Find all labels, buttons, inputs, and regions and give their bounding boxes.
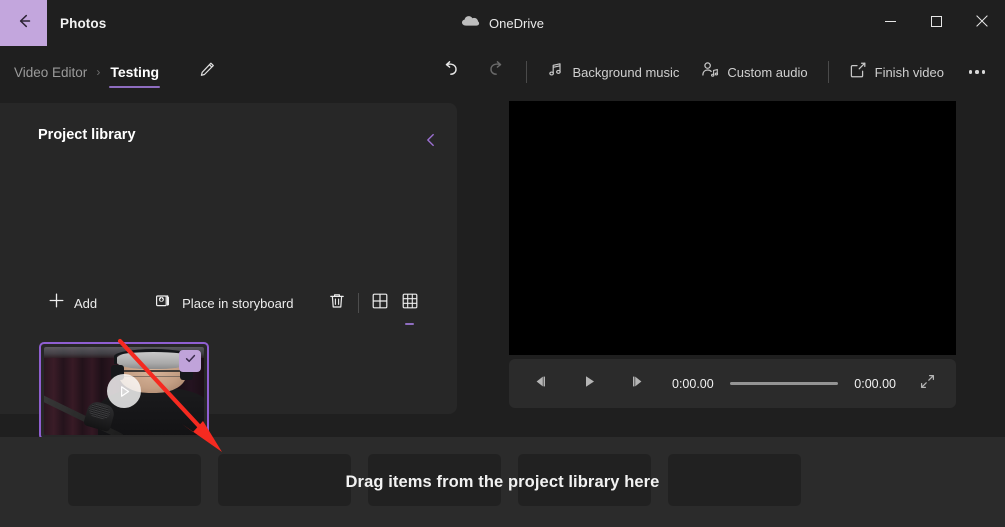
pencil-icon	[199, 61, 216, 83]
place-in-storyboard-label: Place in storyboard	[182, 295, 294, 311]
onedrive-cloud-icon	[461, 14, 480, 32]
trash-icon	[328, 292, 346, 315]
redo-button[interactable]	[473, 54, 517, 90]
scrubber-track	[729, 382, 839, 385]
video-thumbnail-frame	[44, 347, 204, 435]
view-large-thumbnails-button[interactable]	[369, 287, 392, 319]
grid-3x3-icon	[401, 292, 419, 315]
more-ellipsis-icon	[981, 70, 986, 74]
app-title: Photos	[60, 15, 107, 31]
storyboard-slots	[68, 454, 801, 506]
close-button[interactable]	[959, 0, 1005, 46]
minimize-icon	[884, 14, 896, 32]
next-frame-icon	[629, 373, 646, 395]
close-icon	[976, 14, 988, 32]
more-ellipsis-icon	[968, 70, 973, 74]
custom-audio-button[interactable]: Custom audio	[690, 54, 818, 90]
onedrive-status: OneDrive	[0, 0, 1005, 46]
play-icon	[581, 373, 598, 395]
project-library-title: Project library	[38, 127, 136, 143]
next-frame-button[interactable]	[620, 367, 654, 401]
command-bar-actions: Background music Custom audio Finish vid…	[429, 46, 1005, 98]
command-separator-1	[526, 61, 528, 83]
background-music-button[interactable]: Background music	[536, 54, 690, 90]
fullscreen-button[interactable]	[910, 367, 944, 401]
storyboard-slot[interactable]	[668, 454, 801, 506]
breadcrumb-current-wrap: Testing	[109, 46, 161, 98]
play-circle-icon[interactable]	[107, 374, 141, 408]
chevron-left-icon	[423, 132, 439, 153]
person-audio-icon	[701, 61, 719, 83]
current-time-label: 0:00.00	[672, 376, 714, 391]
breadcrumb-video-editor[interactable]: Video Editor	[14, 65, 87, 80]
total-time-label: 0:00.00	[854, 376, 896, 391]
video-preview-surface[interactable]	[509, 101, 956, 355]
active-view-underline	[405, 322, 415, 325]
place-in-storyboard-icon	[155, 292, 173, 315]
library-toolbar: Add Place in storyboard	[40, 285, 421, 325]
command-bar: Video Editor › Testing Background music …	[0, 46, 1005, 98]
previous-frame-button[interactable]	[523, 367, 557, 401]
maximize-button[interactable]	[913, 0, 959, 46]
custom-audio-label: Custom audio	[727, 64, 808, 80]
undo-button[interactable]	[429, 54, 473, 90]
maximize-icon	[930, 14, 942, 32]
active-tab-underline	[109, 85, 161, 88]
background-music-label: Background music	[572, 64, 680, 80]
checkmark-icon	[184, 352, 197, 370]
library-item-video[interactable]	[39, 342, 209, 440]
minimize-button[interactable]	[867, 0, 913, 46]
grid-2x2-icon	[371, 292, 389, 315]
add-button[interactable]: Add	[40, 287, 105, 319]
more-ellipsis-icon	[975, 70, 979, 74]
library-toolbar-separator	[358, 293, 359, 313]
window-controls	[867, 0, 1005, 46]
play-pause-button[interactable]	[572, 367, 606, 401]
breadcrumb-separator: ›	[96, 65, 101, 79]
storyboard-slot[interactable]	[68, 454, 201, 506]
delete-button[interactable]	[325, 287, 348, 319]
breadcrumb: Video Editor › Testing	[14, 46, 161, 98]
finish-video-label: Finish video	[874, 64, 944, 80]
more-options-button[interactable]	[955, 54, 999, 90]
storyboard-slot[interactable]	[218, 454, 351, 506]
finish-video-button[interactable]: Finish video	[838, 54, 955, 90]
music-note-icon	[547, 61, 564, 83]
previous-frame-icon	[532, 373, 549, 395]
preview-controls-bar: 0:00.00 0:00.00	[509, 359, 956, 408]
add-label: Add	[74, 295, 98, 311]
playback-scrubber[interactable]	[729, 377, 839, 391]
plus-icon	[48, 292, 65, 314]
collapse-library-button[interactable]	[417, 128, 445, 156]
view-small-thumbnails-button[interactable]	[398, 287, 421, 325]
expand-fullscreen-icon	[919, 373, 936, 395]
redo-icon	[485, 59, 506, 85]
onedrive-label: OneDrive	[489, 15, 544, 31]
back-button[interactable]	[0, 0, 47, 46]
title-bar: Photos OneDrive	[0, 0, 1005, 46]
export-share-icon	[849, 61, 867, 84]
project-library-panel: Project library Add Place in storyboard	[0, 103, 457, 440]
undo-icon	[441, 59, 462, 85]
item-selected-checkbox[interactable]	[179, 350, 201, 372]
place-in-storyboard-button[interactable]: Place in storyboard	[147, 287, 301, 319]
storyboard-slot[interactable]	[518, 454, 651, 506]
storyboard-slot[interactable]	[368, 454, 501, 506]
command-separator-2	[827, 61, 829, 83]
breadcrumb-project-name[interactable]: Testing	[109, 64, 160, 80]
storyboard-panel[interactable]: Drag items from the project library here	[0, 437, 1005, 527]
rename-project-button[interactable]	[193, 46, 221, 98]
back-arrow-icon	[14, 11, 34, 36]
